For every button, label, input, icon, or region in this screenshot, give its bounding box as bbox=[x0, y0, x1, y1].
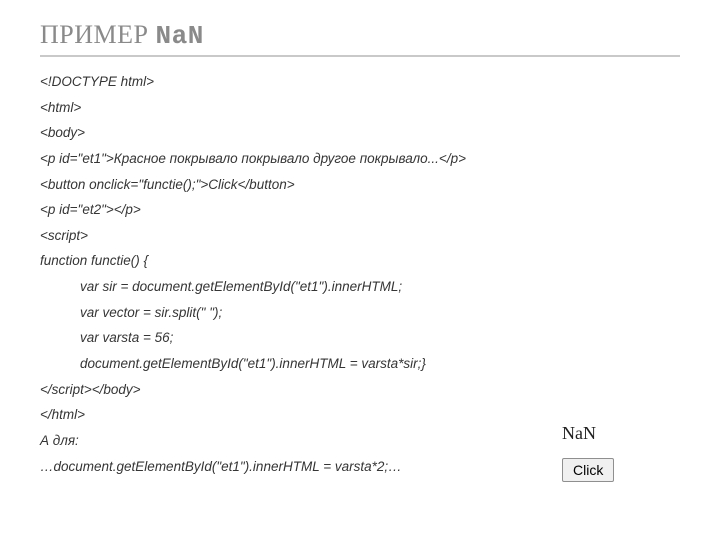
nan-output-text: NaN bbox=[562, 423, 682, 444]
title-main: ПРИМЕР bbox=[40, 20, 155, 49]
click-button[interactable]: Click bbox=[562, 458, 614, 482]
slide-title: ПРИМЕР NaN bbox=[40, 20, 680, 51]
title-mono: NaN bbox=[155, 21, 203, 51]
output-preview: NaN Click bbox=[562, 423, 682, 482]
title-rule bbox=[40, 55, 680, 57]
code-line: <script> bbox=[40, 223, 680, 249]
code-line: var sir = document.getElementById("et1")… bbox=[40, 274, 680, 300]
code-line: <p id="et1">Красное покрывало покрывало … bbox=[40, 146, 680, 172]
code-line: <!DOCTYPE html> bbox=[40, 69, 680, 95]
code-line: <body> bbox=[40, 120, 680, 146]
code-line: document.getElementById("et1").innerHTML… bbox=[40, 351, 680, 377]
code-line: var vector = sir.split(" "); bbox=[40, 300, 680, 326]
code-line: <html> bbox=[40, 95, 680, 121]
code-line: <button onclick="functie();">Click</butt… bbox=[40, 172, 680, 198]
code-line: var varsta = 56; bbox=[40, 325, 680, 351]
code-line: </script></body> bbox=[40, 377, 680, 403]
code-line: function functie() { bbox=[40, 248, 680, 274]
code-listing: <!DOCTYPE html> <html> <body> <p id="et1… bbox=[40, 69, 680, 479]
code-line: <p id="et2"></p> bbox=[40, 197, 680, 223]
